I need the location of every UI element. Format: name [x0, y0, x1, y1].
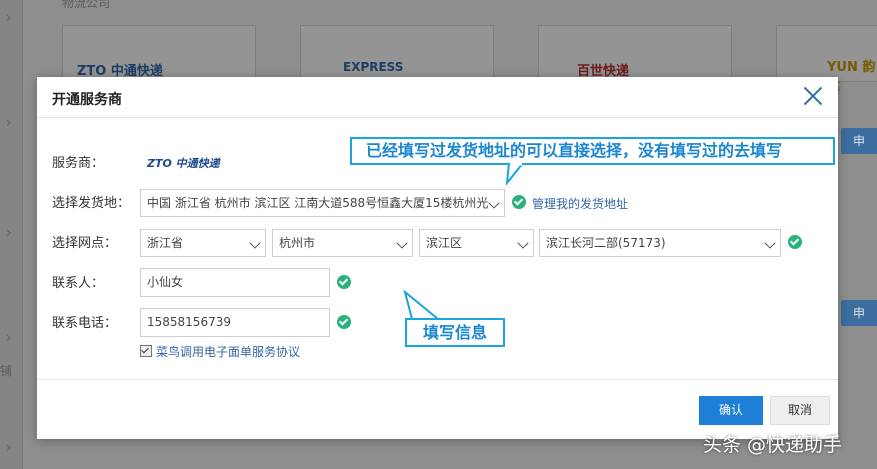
manage-address-link[interactable]: 管理我的发货地址: [532, 195, 628, 212]
cancel-button[interactable]: 取消: [770, 396, 830, 425]
bg-card: YUN 韵达: [776, 25, 877, 94]
open-provider-dialog: 开通服务商 服务商： ZTO 中通快递 选择发货地： 中国 浙江省 杭州市 滨江…: [37, 77, 838, 439]
dialog-title: 开通服务商: [52, 92, 122, 108]
chevron-right-icon: ›: [6, 225, 12, 241]
bg-logo-express: EXPRESS: [343, 60, 404, 74]
contact-input[interactable]: 小仙女: [140, 268, 330, 297]
district-select[interactable]: 滨江区: [419, 229, 534, 257]
ship-from-select[interactable]: 中国 浙江省 杭州市 滨江区 江南大道588号恒鑫大厦15楼杭州光: [140, 189, 505, 217]
bg-card: 百世快递: [538, 25, 732, 82]
provider-label: 服务商：: [52, 156, 105, 171]
zto-logo-text: ZTO 中通快递: [147, 157, 222, 170]
check-circle-icon: [337, 315, 351, 329]
check-circle-icon: [337, 275, 351, 289]
callout-pointer: [403, 290, 441, 320]
chevron-right-icon: ›: [6, 115, 12, 131]
bg-sidebar: › › › › ›: [0, 0, 23, 469]
branch-label: 选择网点：: [52, 236, 118, 251]
province-select[interactable]: 浙江省: [140, 229, 266, 257]
check-circle-icon: [512, 195, 526, 209]
callout-pointer: [505, 163, 525, 185]
contact-label: 联系人：: [52, 276, 105, 291]
bg-card: EXPRESS: [300, 25, 494, 82]
chevron-right-icon: ›: [6, 10, 12, 26]
city-select[interactable]: 杭州市: [272, 229, 413, 257]
bg-apply-button[interactable]: 申: [841, 128, 877, 154]
agreement-checkbox[interactable]: [140, 345, 152, 357]
bg-apply-button[interactable]: 申: [841, 300, 877, 326]
phone-input[interactable]: 15858156739: [140, 308, 330, 337]
watermark: 头条 @快递助手: [703, 434, 843, 456]
dialog-header: 开通服务商: [37, 77, 838, 118]
check-circle-icon: [788, 235, 802, 249]
fill-info-callout: 填写信息: [405, 318, 505, 347]
close-icon[interactable]: [802, 85, 824, 107]
ship-from-value: 中国 浙江省 杭州市 滨江区 江南大道588号恒鑫大厦15楼杭州光: [147, 196, 489, 210]
phone-value: 15858156739: [147, 315, 231, 329]
province-value: 浙江省: [147, 236, 184, 250]
city-value: 杭州市: [279, 236, 316, 250]
ship-from-label: 选择发货地：: [52, 196, 131, 211]
chevron-right-icon: ›: [6, 440, 12, 456]
bg-side-label: 铺: [0, 364, 13, 378]
phone-label: 联系电话：: [52, 316, 118, 331]
outlet-select[interactable]: 滨江长河二部(57173): [539, 229, 781, 257]
agreement-link[interactable]: 菜鸟调用电子面单服务协议: [156, 343, 300, 360]
chevron-right-icon: ›: [6, 330, 12, 346]
bg-card: ZTO 中通快递: [62, 25, 256, 82]
dialog-footer-divider: [37, 379, 838, 380]
address-tip-callout: 已经填写过发货地址的可以直接选择，没有填写过的去填写: [350, 137, 835, 165]
outlet-value: 滨江长河二部(57173): [546, 236, 666, 250]
contact-value: 小仙女: [147, 275, 184, 289]
bg-top-text: 物流公司: [62, 0, 111, 10]
zto-logo: ZTO 中通快递: [147, 157, 222, 170]
confirm-button[interactable]: 确认: [699, 396, 763, 425]
